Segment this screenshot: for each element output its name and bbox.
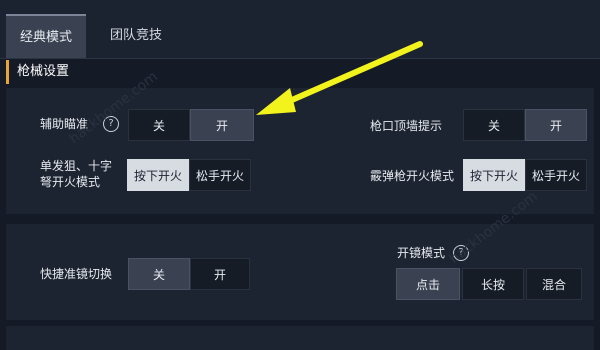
aim-assist-on-option[interactable]: 开 [190, 109, 254, 141]
mode-tab-bar: 经典模式 团队竞技 [0, 0, 600, 59]
sniper-release-fire-option[interactable]: 松手开火 [189, 159, 251, 191]
wall-hint-label: 枪口顶墙提示 [370, 119, 443, 133]
aim-assist-off-option[interactable]: 关 [128, 109, 190, 141]
quick-scope-switch-label: 快捷准镜切换 [40, 267, 113, 281]
shotgun-fire-mode-toggle: 按下开火 松手开火 [463, 159, 587, 191]
section-title-weapon-settings: 枪械设置 [6, 60, 69, 84]
sniper-fire-mode-toggle: 按下开火 松手开火 [127, 159, 251, 191]
scope-mode-label: 开镜模式 [397, 246, 446, 260]
scope-mode-selector: 点击 长按 混合 [396, 268, 582, 300]
tab-team-deathmatch[interactable]: 团队竞技 [96, 14, 176, 58]
quick-scope-on-option[interactable]: 开 [190, 258, 250, 290]
scope-mode-hold-option[interactable]: 长按 [462, 268, 524, 300]
sniper-press-fire-option[interactable]: 按下开火 [127, 159, 189, 191]
wall-hint-toggle: 关 开 [463, 109, 587, 141]
sniper-fire-mode-label-line1: 单发狙、十字 [40, 159, 113, 173]
settings-panel-top [6, 88, 594, 214]
settings-panel-bottom [6, 326, 594, 350]
scope-mode-tap-option[interactable]: 点击 [396, 268, 460, 300]
quick-scope-off-option[interactable]: 关 [128, 258, 190, 290]
shotgun-press-fire-option[interactable]: 按下开火 [463, 159, 525, 191]
shotgun-fire-mode-label: 霰弹枪开火模式 [370, 169, 455, 183]
tab-classic-mode[interactable]: 经典模式 [6, 14, 86, 58]
quick-scope-switch-toggle: 关 开 [128, 258, 250, 290]
shotgun-release-fire-option[interactable]: 松手开火 [525, 159, 587, 191]
scope-mode-mixed-option[interactable]: 混合 [526, 268, 582, 300]
sniper-fire-mode-label-line2: 弩开火模式 [40, 175, 101, 189]
wall-hint-on-option[interactable]: 开 [525, 109, 587, 141]
aim-assist-toggle: 关 开 [128, 109, 254, 141]
wall-hint-off-option[interactable]: 关 [463, 109, 525, 141]
